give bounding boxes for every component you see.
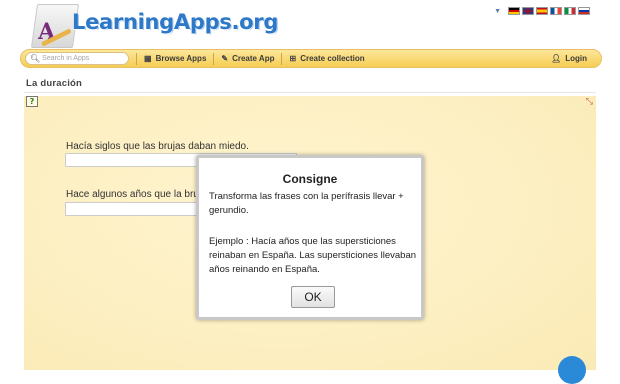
logo-text: LearningApps.org (72, 10, 279, 34)
title-divider (24, 92, 596, 93)
browse-apps-label: Browse Apps (155, 54, 207, 63)
flag-ru-icon[interactable] (578, 7, 590, 15)
create-app-label: Create App (232, 54, 275, 63)
dialog-instruction: Transforma las frases con la perífrasis … (209, 191, 404, 216)
browse-apps-button[interactable]: ▦ Browse Apps (144, 54, 206, 63)
instruction-dialog: Consigne Transforma las frases con la pe… (196, 155, 424, 320)
dialog-title: Consigne (282, 172, 338, 186)
search-placeholder: Search in Apps (42, 55, 90, 62)
dropdown-arrow-icon[interactable]: ▼ (494, 8, 501, 15)
page-title: La duración (26, 78, 83, 89)
create-app-button[interactable]: ✎ Create App (221, 54, 274, 63)
fullscreen-icon[interactable]: ⤡ (586, 96, 593, 107)
divider (281, 52, 283, 65)
question-2-label: Hace algunos años que la bru (66, 189, 199, 200)
logo[interactable]: A LearningApps.org (18, 0, 278, 50)
flag-de-icon[interactable] (508, 7, 520, 15)
flag-es-icon[interactable] (536, 7, 548, 15)
create-collection-button[interactable]: ⊞ Create collection (289, 54, 364, 63)
language-selector[interactable]: ▼ (494, 7, 590, 15)
flag-gb-icon[interactable] (522, 7, 534, 15)
divider (213, 52, 215, 65)
help-icon[interactable]: ? (26, 96, 38, 107)
search-input[interactable]: 🔍︎ Search in Apps (25, 52, 129, 65)
pencil-icon: ✎ (221, 54, 229, 63)
collection-icon: ⊞ (289, 54, 297, 63)
create-collection-label: Create collection (300, 54, 365, 63)
scroll-top-button[interactable] (558, 356, 586, 384)
divider (136, 52, 137, 65)
login-button[interactable]: 👤︎ Login (551, 54, 587, 63)
main-toolbar: 🔍︎ Search in Apps ▦ Browse Apps ✎ Create… (20, 49, 602, 68)
ok-button[interactable]: OK (291, 286, 335, 308)
login-label: Login (565, 54, 587, 63)
search-icon: 🔍︎ (30, 54, 41, 63)
flag-it-icon[interactable] (564, 7, 576, 15)
user-icon: 👤︎ (551, 54, 562, 63)
question-1-label: Hacía siglos que las brujas daban miedo. (66, 141, 249, 152)
dialog-example: Ejemplo : Hacía años que las supersticio… (209, 236, 417, 275)
flag-fr-icon[interactable] (550, 7, 562, 15)
grid-icon: ▦ (144, 54, 152, 63)
